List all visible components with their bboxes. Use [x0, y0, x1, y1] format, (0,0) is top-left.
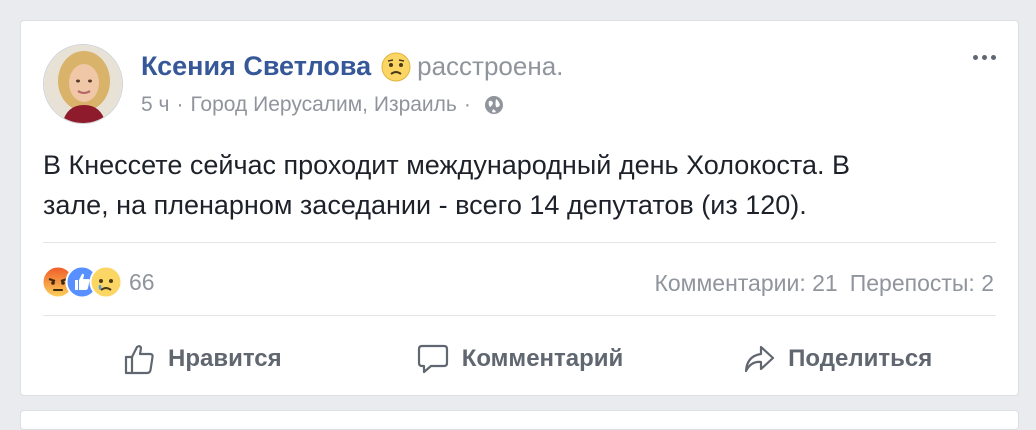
like-button[interactable]: Нравится	[43, 342, 361, 376]
comments-count[interactable]: Комментарии: 21	[654, 270, 837, 296]
speech-bubble-icon	[417, 344, 448, 374]
dot-icon	[982, 55, 987, 60]
post-header: Ксения Светлова расстроена.	[141, 51, 563, 82]
next-post-card	[20, 410, 1019, 430]
reactions-summary[interactable]: 66	[41, 265, 155, 299]
post-text: В Кнессете сейчас проходит международный…	[43, 145, 993, 225]
reactions-count[interactable]: 66	[129, 269, 155, 296]
author-name[interactable]: Ксения Светлова	[141, 51, 371, 82]
separator: ·	[176, 93, 184, 116]
avatar-image	[44, 45, 122, 123]
divider	[43, 242, 996, 243]
shares-count[interactable]: Перепосты: 2	[850, 270, 994, 296]
separator: ·	[463, 93, 471, 116]
like-label: Нравится	[168, 345, 282, 372]
post-time[interactable]: 5 ч	[141, 93, 169, 117]
post-stats: Комментарии: 21 Перепосты: 2	[654, 270, 994, 297]
sad-face-icon	[381, 52, 411, 82]
post-card: Ксения Светлова расстроена. 5 ч · Город …	[20, 20, 1019, 396]
more-options-button[interactable]	[973, 55, 996, 60]
share-label: Поделиться	[788, 345, 933, 372]
divider	[43, 315, 996, 316]
share-arrow-icon	[745, 345, 775, 373]
sad-icon	[89, 265, 123, 299]
post-text-line: зале, на пленарном заседании - всего 14 …	[43, 190, 807, 220]
dot-icon	[991, 55, 996, 60]
share-button[interactable]: Поделиться	[678, 342, 996, 376]
comment-button[interactable]: Комментарий	[361, 342, 679, 376]
comment-label: Комментарий	[461, 345, 624, 372]
globe-icon[interactable]	[484, 95, 504, 115]
post-meta: 5 ч · Город Иерусалим, Израиль ·	[141, 93, 504, 117]
avatar[interactable]	[43, 44, 123, 124]
thumbs-up-icon	[124, 345, 154, 375]
dot-icon	[973, 55, 978, 60]
action-bar: Нравится Комментарий Поделиться	[43, 331, 996, 387]
feeling-text: расстроена.	[417, 51, 564, 81]
post-location[interactable]: Город Иерусалим, Израиль	[190, 93, 456, 117]
post-text-line: В Кнессете сейчас проходит международный…	[43, 150, 851, 180]
